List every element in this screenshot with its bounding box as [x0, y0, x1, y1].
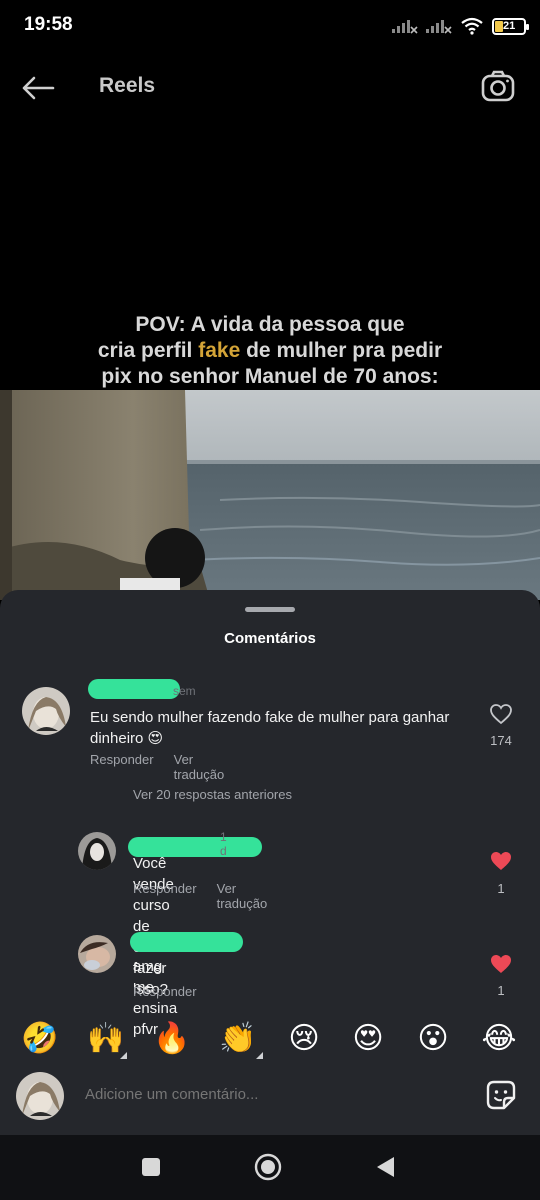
camera-icon	[481, 70, 515, 102]
recents-button[interactable]	[136, 1152, 166, 1182]
triangle-back-icon	[377, 1157, 394, 1177]
comment-composer	[0, 1064, 540, 1124]
back-button[interactable]	[18, 68, 58, 108]
sticker-button[interactable]	[484, 1078, 518, 1112]
redacted-username	[130, 932, 243, 952]
signal-icon-2	[426, 20, 452, 34]
emoji-heart-eyes[interactable]: 😍	[348, 1019, 388, 1059]
like-count: 1	[497, 983, 505, 998]
reply-button[interactable]: Responder	[133, 984, 197, 999]
battery-level: 21	[503, 20, 516, 32]
status-bar: 19:58 21	[0, 0, 540, 52]
translate-button[interactable]: Ver tradução	[174, 752, 225, 782]
reels-header: Reels	[0, 52, 540, 120]
like-count: 1	[497, 881, 505, 896]
avatar[interactable]	[78, 935, 116, 973]
current-user-avatar	[16, 1072, 64, 1120]
back-arrow-icon	[22, 76, 55, 100]
skin-tone-indicator-icon	[256, 1052, 263, 1059]
translate-button[interactable]: Ver tradução	[217, 881, 268, 911]
emoji-surprised[interactable]: 😮	[413, 1019, 453, 1059]
like-button[interactable]	[486, 953, 516, 980]
like-button[interactable]	[486, 703, 516, 730]
redacted-username	[88, 679, 180, 699]
reply-button[interactable]: Responder	[133, 881, 197, 911]
page-title: Reels	[99, 74, 156, 97]
video-caption: POV: A vida da pessoa que cria perfil fa…	[97, 313, 443, 388]
comment-time: 1 d	[220, 830, 227, 858]
comment-actions: Responder Ver tradução	[133, 881, 267, 911]
home-button[interactable]	[253, 1152, 283, 1182]
like-button[interactable]	[486, 850, 516, 877]
avatar[interactable]	[78, 832, 116, 870]
heart-filled-icon	[491, 955, 511, 973]
sticker-icon	[486, 1080, 516, 1110]
wifi-icon	[461, 17, 483, 35]
like-count: 174	[490, 733, 512, 748]
skin-tone-indicator-icon	[120, 1052, 127, 1059]
emoji-crying[interactable]: 😢	[284, 1019, 324, 1059]
comment-input[interactable]	[85, 1086, 465, 1103]
home-circle-icon	[254, 1153, 282, 1181]
sheet-title: Comentários	[224, 630, 316, 647]
comment-text: Eu sendo mulher fazendo fake de mulher p…	[90, 709, 450, 747]
emoji-joy[interactable]: 😂	[479, 1019, 519, 1059]
emoji-quick-bar: 🤣 🙌 🔥 👏 😢 😍 😮 😂	[0, 1019, 540, 1059]
comments-sheet: Comentários sem Eu sendo mulher fazendo …	[0, 590, 540, 1135]
status-icons: 21	[392, 14, 529, 38]
emoji-fire[interactable]: 🔥	[152, 1019, 192, 1059]
reply-button[interactable]: Responder	[90, 752, 154, 782]
reel-video[interactable]: POV: A vida da pessoa que cria perfil fa…	[0, 120, 540, 600]
emoji-rofl[interactable]: 🤣	[20, 1019, 60, 1059]
drag-handle[interactable]	[245, 607, 295, 612]
square-icon	[142, 1158, 160, 1176]
emoji-clap[interactable]: 👏	[218, 1019, 258, 1059]
status-time: 19:58	[24, 14, 73, 35]
video-frame	[0, 390, 540, 600]
comment-actions: Responder	[133, 984, 197, 999]
signal-icon	[392, 20, 418, 34]
heart-filled-icon	[491, 852, 511, 870]
nav-back-button[interactable]	[370, 1152, 400, 1182]
avatar[interactable]	[22, 687, 70, 735]
camera-button[interactable]	[478, 66, 518, 106]
comment-time: sem	[173, 684, 196, 698]
comment-actions: Responder Ver tradução	[90, 752, 224, 782]
view-previous-replies[interactable]: Ver 20 respostas anteriores	[133, 787, 292, 802]
heart-outline-icon	[490, 704, 512, 725]
system-nav-bar	[0, 1135, 540, 1200]
battery-icon: 21	[492, 17, 529, 35]
